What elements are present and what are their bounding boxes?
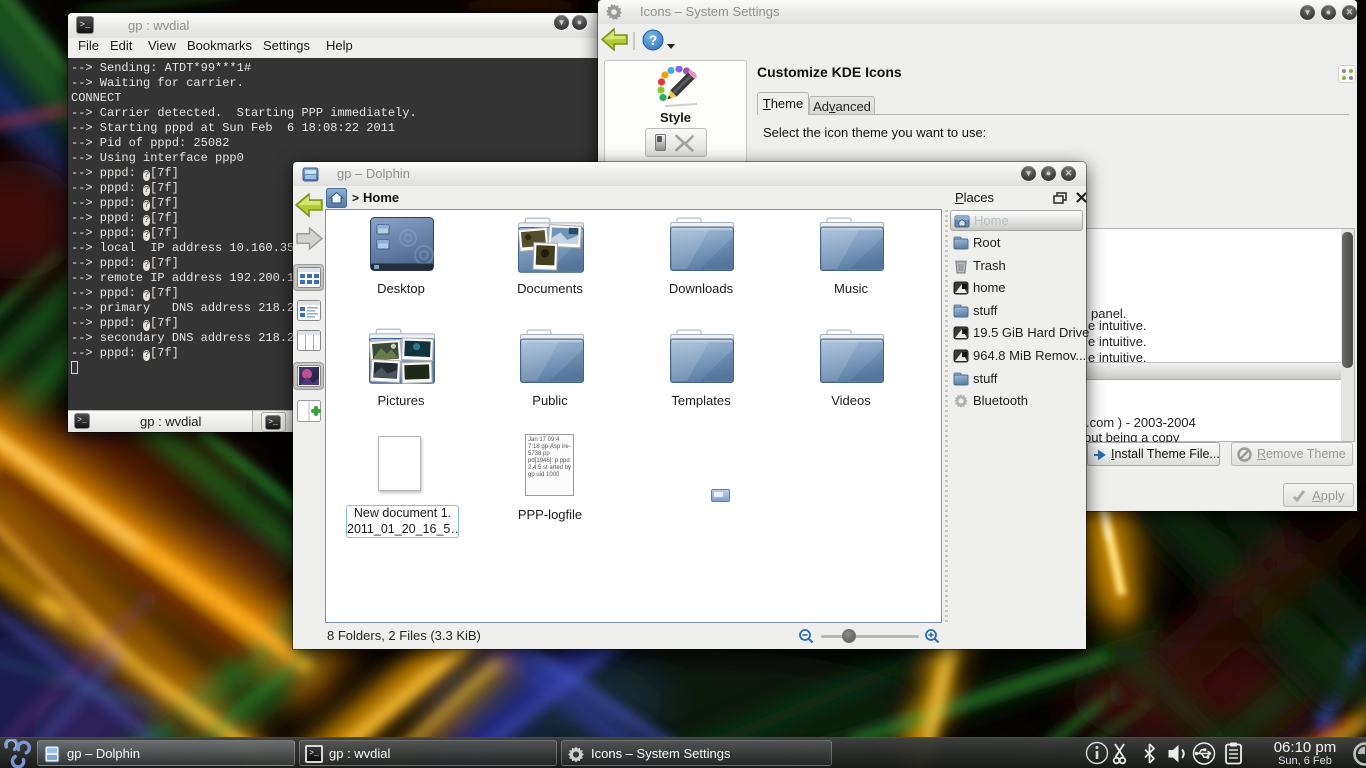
svg-text:?: ? [649, 32, 658, 48]
